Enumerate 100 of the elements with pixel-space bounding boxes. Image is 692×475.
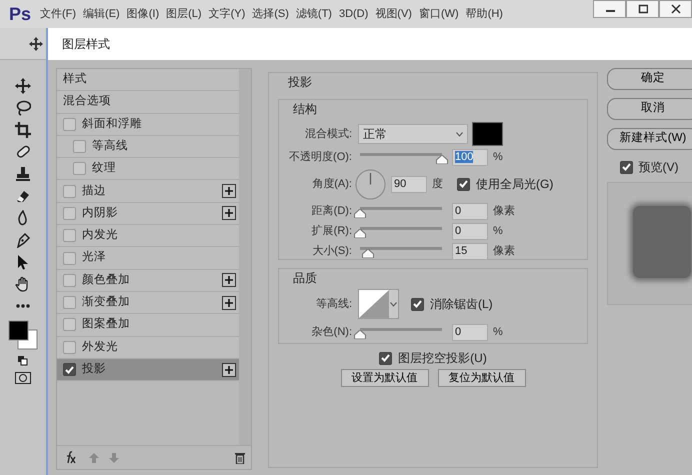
slider-thumb[interactable]: [436, 155, 448, 164]
move-icon[interactable]: [15, 78, 31, 94]
style-list-item[interactable]: 等高线: [57, 136, 240, 158]
add-button[interactable]: [222, 273, 236, 288]
minimize-button[interactable]: [593, 0, 626, 18]
menu-item[interactable]: 窗口(W): [418, 6, 459, 22]
checkbox[interactable]: [63, 184, 76, 198]
add-button[interactable]: [222, 362, 236, 376]
checkbox[interactable]: [63, 296, 76, 310]
checkbox[interactable]: [379, 352, 392, 364]
dialog-button[interactable]: 取消: [607, 98, 692, 120]
number-field[interactable]: 0: [452, 222, 488, 240]
add-button[interactable]: [222, 296, 236, 310]
number-field[interactable]: 90: [391, 176, 427, 192]
menu-item[interactable]: 帮助(H): [466, 6, 503, 22]
style-list-item[interactable]: 内阴影: [57, 202, 240, 226]
trash-icon[interactable]: [235, 452, 245, 464]
dialog-button[interactable]: 新建样式(W): [607, 128, 692, 150]
dialog-title: 图层样式: [62, 36, 110, 53]
add-button[interactable]: [222, 206, 236, 220]
unit-label: 度: [432, 176, 443, 192]
close-button[interactable]: [659, 0, 692, 18]
number-field[interactable]: 0: [452, 324, 488, 340]
move-icon: [29, 36, 43, 50]
slider-thumb[interactable]: [354, 229, 366, 238]
field-label: 不透明度(O):: [288, 150, 353, 165]
checkbox[interactable]: [620, 160, 632, 174]
style-list-item[interactable]: 描边: [57, 180, 240, 203]
pen-icon[interactable]: [15, 232, 31, 248]
menu-item[interactable]: 图像(I): [126, 6, 160, 22]
plus-icon: [224, 364, 234, 374]
maximize-icon[interactable]: [638, 4, 648, 14]
field-label: 角度(A):: [311, 176, 353, 192]
plus-icon: [224, 275, 234, 286]
default-button[interactable]: 复位为默认值: [438, 369, 526, 387]
number-field[interactable]: 0: [452, 202, 488, 220]
menu-item[interactable]: 图层(L): [166, 6, 202, 22]
menu-item[interactable]: 滤镜(T): [296, 6, 332, 22]
style-list-item[interactable]: 渐变叠加: [57, 292, 240, 314]
checkbox[interactable]: [63, 340, 76, 354]
checkbox[interactable]: [73, 162, 86, 176]
maximize-button[interactable]: [626, 0, 659, 18]
plus-icon: [224, 208, 234, 218]
color-swatches-icon[interactable]: [8, 320, 38, 350]
swap-colors-icon[interactable]: [18, 356, 28, 366]
default-button[interactable]: 设置为默认值: [340, 369, 428, 387]
checkbox-label: 图层挖空投影(U): [398, 350, 487, 367]
number-field[interactable]: 100: [452, 148, 488, 166]
close-icon[interactable]: [670, 4, 680, 14]
style-list-item[interactable]: 斜面和浮雕: [57, 114, 240, 136]
menu-item[interactable]: 选择(S): [252, 6, 289, 22]
number-field[interactable]: 15: [452, 242, 488, 260]
app-logo: Ps: [8, 2, 32, 26]
style-list-item[interactable]: 纹理: [57, 158, 240, 180]
contour-dropdown[interactable]: [358, 289, 399, 319]
checkbox[interactable]: [63, 274, 76, 287]
crop-icon[interactable]: [15, 122, 31, 138]
style-list-item[interactable]: 光泽: [57, 247, 240, 270]
style-list-item[interactable]: 样式: [57, 69, 240, 92]
checkbox[interactable]: [63, 206, 76, 220]
checkbox[interactable]: [63, 363, 76, 376]
field-label: 扩展(R):: [310, 224, 353, 239]
stamp-icon[interactable]: [15, 166, 31, 182]
slider-thumb[interactable]: [354, 209, 366, 218]
checkbox[interactable]: [63, 229, 76, 242]
unit-label: %: [493, 324, 503, 340]
menu-item[interactable]: 文字(Y): [208, 6, 246, 22]
menu-item[interactable]: 视图(V): [375, 6, 412, 22]
style-list-item[interactable]: 混合选项: [57, 91, 240, 114]
color-swatch[interactable]: [472, 122, 503, 146]
quick-mask-icon[interactable]: [15, 372, 31, 384]
checkbox[interactable]: [63, 118, 76, 131]
style-list-item[interactable]: 外发光: [57, 336, 240, 359]
dialog-button[interactable]: 确定: [607, 68, 692, 90]
lasso-icon[interactable]: [15, 100, 31, 116]
add-button[interactable]: [222, 184, 236, 198]
field-label: 大小(S):: [311, 244, 353, 259]
blend-mode-dropdown[interactable]: 正常: [358, 124, 468, 144]
caret-icon: [456, 132, 463, 136]
menu-item[interactable]: 编辑(E): [83, 6, 120, 22]
style-list-item[interactable]: 图案叠加: [57, 314, 240, 337]
checkbox[interactable]: [63, 318, 76, 332]
slider-thumb[interactable]: [354, 330, 366, 339]
preview-shape: [633, 206, 691, 278]
unit-label: %: [493, 224, 503, 239]
checkbox[interactable]: [411, 298, 424, 310]
menu-item[interactable]: 文件(F): [40, 6, 76, 22]
style-list-item[interactable]: 内发光: [57, 225, 240, 248]
style-list-item[interactable]: 颜色叠加: [57, 270, 240, 292]
eraser-icon[interactable]: [15, 188, 31, 204]
plus-icon: [224, 298, 234, 308]
checkbox[interactable]: [73, 140, 86, 154]
style-list-item[interactable]: 投影: [57, 358, 240, 382]
field-label: 等高线:: [314, 296, 353, 312]
field-label: 距离(D):: [310, 204, 353, 219]
checkbox[interactable]: [63, 252, 76, 265]
checkbox-label: 消除锯齿(L): [430, 296, 493, 313]
contour-curve-icon: [359, 290, 389, 318]
menu-item[interactable]: 3D(D): [338, 6, 368, 22]
checkbox[interactable]: [457, 178, 470, 190]
